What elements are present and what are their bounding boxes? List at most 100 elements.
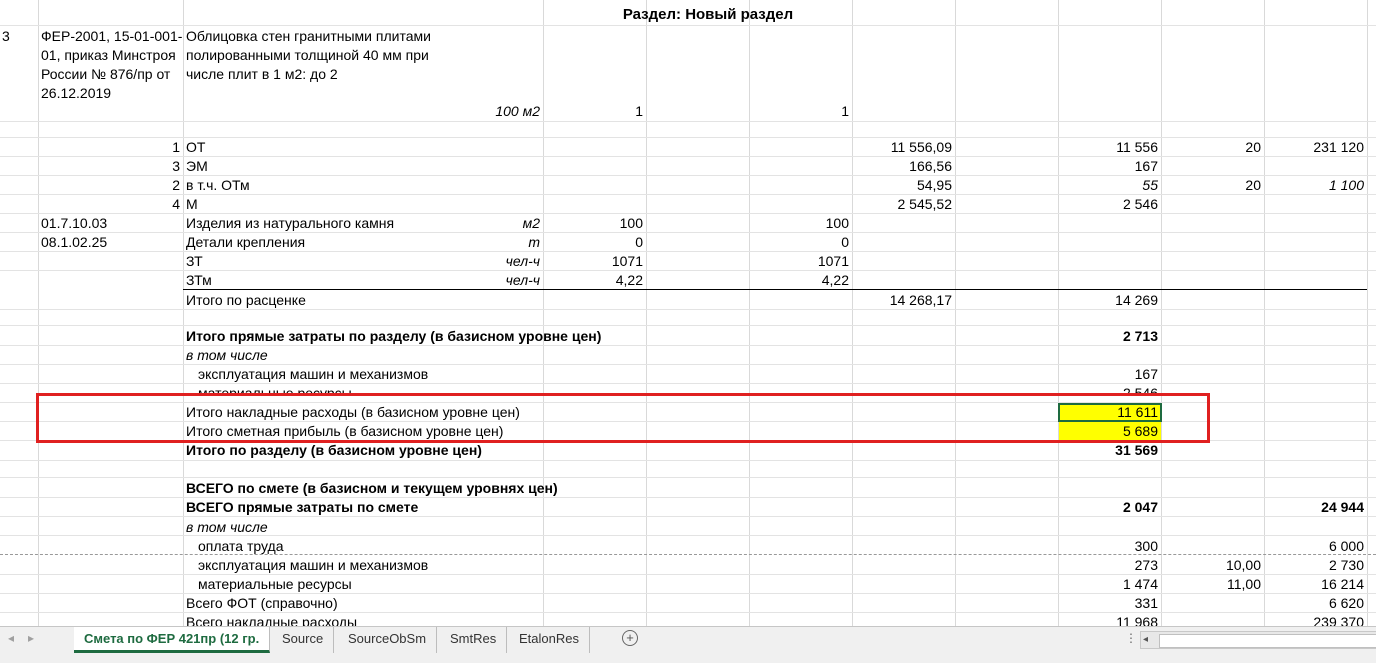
resource-unit: т <box>528 234 540 250</box>
row-divider <box>0 477 1376 478</box>
sheet-tab-etalonres[interactable]: EtalonRes <box>509 627 590 653</box>
tab-scroll-right-icon[interactable]: ▸ <box>28 631 34 645</box>
add-sheet-icon[interactable]: + <box>622 630 638 646</box>
row-k: 20 <box>1245 139 1261 155</box>
resource-unit: чел-ч <box>505 272 540 288</box>
section-machines-label: эксплуатация машин и механизмов <box>198 366 429 382</box>
estimate-materials-label: материальные ресурсы <box>198 576 352 592</box>
resource-q2: 1071 <box>817 253 849 269</box>
scrollbar-thumb[interactable] <box>1159 634 1376 648</box>
row-base: 166,56 <box>909 158 952 174</box>
row-name: М <box>186 196 198 212</box>
row-total: 231 120 <box>1313 139 1364 155</box>
resource-name: ЗТ <box>186 253 203 269</box>
row-code: 2 <box>172 177 180 193</box>
row-name: ОТ <box>186 139 206 155</box>
column-divider <box>852 0 853 626</box>
estimate-machines-label: эксплуатация машин и механизмов <box>198 557 429 573</box>
resource-name: Изделия из натурального камня <box>186 215 395 231</box>
estimate-labor-base: 300 <box>1134 538 1158 554</box>
section-total-label: Итого по разделу (в базисном уровне цен) <box>186 442 482 458</box>
itogo-rascenke-label: Итого по расценке <box>186 292 306 308</box>
row-name: ЭМ <box>186 158 208 174</box>
horizontal-scrollbar[interactable]: ◂ <box>1140 631 1376 649</box>
section-title: Раздел: Новый раздел <box>622 6 794 23</box>
itogo-rascenke-cur: 14 269 <box>1115 292 1158 308</box>
section-direct-value: 2 713 <box>1122 328 1158 344</box>
ellipsis-icon[interactable]: ⋮ <box>1125 631 1137 645</box>
scroll-left-arrow-icon[interactable]: ◂ <box>1143 632 1148 648</box>
estimate-labor-cur: 6 000 <box>1328 538 1364 554</box>
estimate-materials-k: 11,00 <box>1227 576 1261 592</box>
row-k: 20 <box>1245 177 1261 193</box>
row-total: 1 100 <box>1328 177 1364 193</box>
row-divider <box>0 325 1376 326</box>
estimate-labor-label: оплата труда <box>198 538 284 554</box>
estimate-machines-k: 10,00 <box>1225 557 1261 573</box>
estimate-machines-base: 273 <box>1134 557 1158 573</box>
column-divider <box>543 0 544 626</box>
column-divider <box>646 0 647 626</box>
item-number: 3 <box>2 28 10 44</box>
estimate-direct-base: 2 047 <box>1122 499 1158 515</box>
item-qty2: 1 <box>841 103 849 119</box>
spreadsheet-grid[interactable]: Раздел: Новый раздел 3 ФЕР-2001, 15-01-0… <box>0 0 1376 626</box>
resource-code: 01.7.10.03 <box>41 215 108 231</box>
estimate-overhead-label: Всего накладные расходы <box>186 614 358 626</box>
sheet-tab-source[interactable]: Source <box>272 627 335 653</box>
resource-q1: 1071 <box>611 253 643 269</box>
resource-q2: 100 <box>825 215 849 231</box>
row-code: 3 <box>172 158 180 174</box>
column-divider <box>1367 0 1368 626</box>
resource-q1: 0 <box>635 234 643 250</box>
column-divider <box>1058 0 1059 626</box>
resource-q1: 100 <box>619 215 643 231</box>
row-cur: 11 556 <box>1116 139 1158 155</box>
row-code: 4 <box>172 196 180 212</box>
row-divider <box>0 460 1376 461</box>
estimate-header: ВСЕГО по смете (в базисном и текущем уро… <box>186 480 558 496</box>
item-qty1: 1 <box>635 103 643 119</box>
tab-scroll-left-icon[interactable]: ◂ <box>8 631 14 645</box>
row-cur: 167 <box>1134 158 1158 174</box>
itogo-rascenke-base: 14 268,17 <box>889 292 952 308</box>
resource-q2: 4,22 <box>821 272 849 288</box>
estimate-fot-base: 331 <box>1134 595 1158 611</box>
estimate-direct-label: ВСЕГО прямые затраты по смете <box>186 499 419 515</box>
estimate-materials-base: 1 474 <box>1122 576 1158 592</box>
sheet-tab-smeta[interactable]: Смета по ФЕР 421пр (12 гр. <box>74 627 271 653</box>
row-base: 2 545,52 <box>897 196 953 212</box>
sheet-tab-sourceobsm[interactable]: SourceObSm <box>338 627 438 653</box>
row-cur: 55 <box>1142 177 1158 193</box>
row-code: 1 <box>172 139 180 155</box>
estimate-overhead-cur: 239 370 <box>1313 614 1364 626</box>
column-divider <box>1264 0 1265 626</box>
sheet-tab-smtres[interactable]: SmtRes <box>440 627 508 653</box>
estimate-materials-cur: 16 214 <box>1321 576 1364 592</box>
resource-code: 08.1.02.25 <box>41 234 108 250</box>
column-divider <box>38 0 39 626</box>
resource-q1: 4,22 <box>615 272 643 288</box>
row-base: 11 556,09 <box>890 139 952 155</box>
column-divider <box>183 0 184 626</box>
column-divider <box>1161 0 1162 626</box>
section-machines-value: 167 <box>1134 366 1158 382</box>
column-divider <box>749 0 750 626</box>
estimate-direct-cur: 24 944 <box>1321 499 1364 515</box>
resource-unit: чел-ч <box>505 253 540 269</box>
row-base: 54,95 <box>916 177 952 193</box>
estimate-incl-label: в том числе <box>186 519 268 535</box>
item-code: ФЕР-2001, 15-01-001-01, приказ Минстроя … <box>41 28 183 101</box>
row-name: в т.ч. ОТм <box>186 177 250 193</box>
section-direct-label: Итого прямые затраты по разделу (в базис… <box>186 328 602 344</box>
resource-name: ЗТм <box>186 272 212 288</box>
row-cur: 2 546 <box>1122 196 1158 212</box>
row-divider <box>0 121 1376 122</box>
item-unit: 100 м2 <box>495 103 540 119</box>
resource-name: Детали крепления <box>186 234 306 250</box>
resource-unit: м2 <box>522 215 540 231</box>
estimate-fot-label: Всего ФОТ (справочно) <box>186 595 338 611</box>
sheet-tab-bar: ◂ ▸ Смета по ФЕР 421пр (12 гр. Source So… <box>0 626 1376 663</box>
column-divider <box>955 0 956 626</box>
annotation-red-box <box>36 393 1210 443</box>
